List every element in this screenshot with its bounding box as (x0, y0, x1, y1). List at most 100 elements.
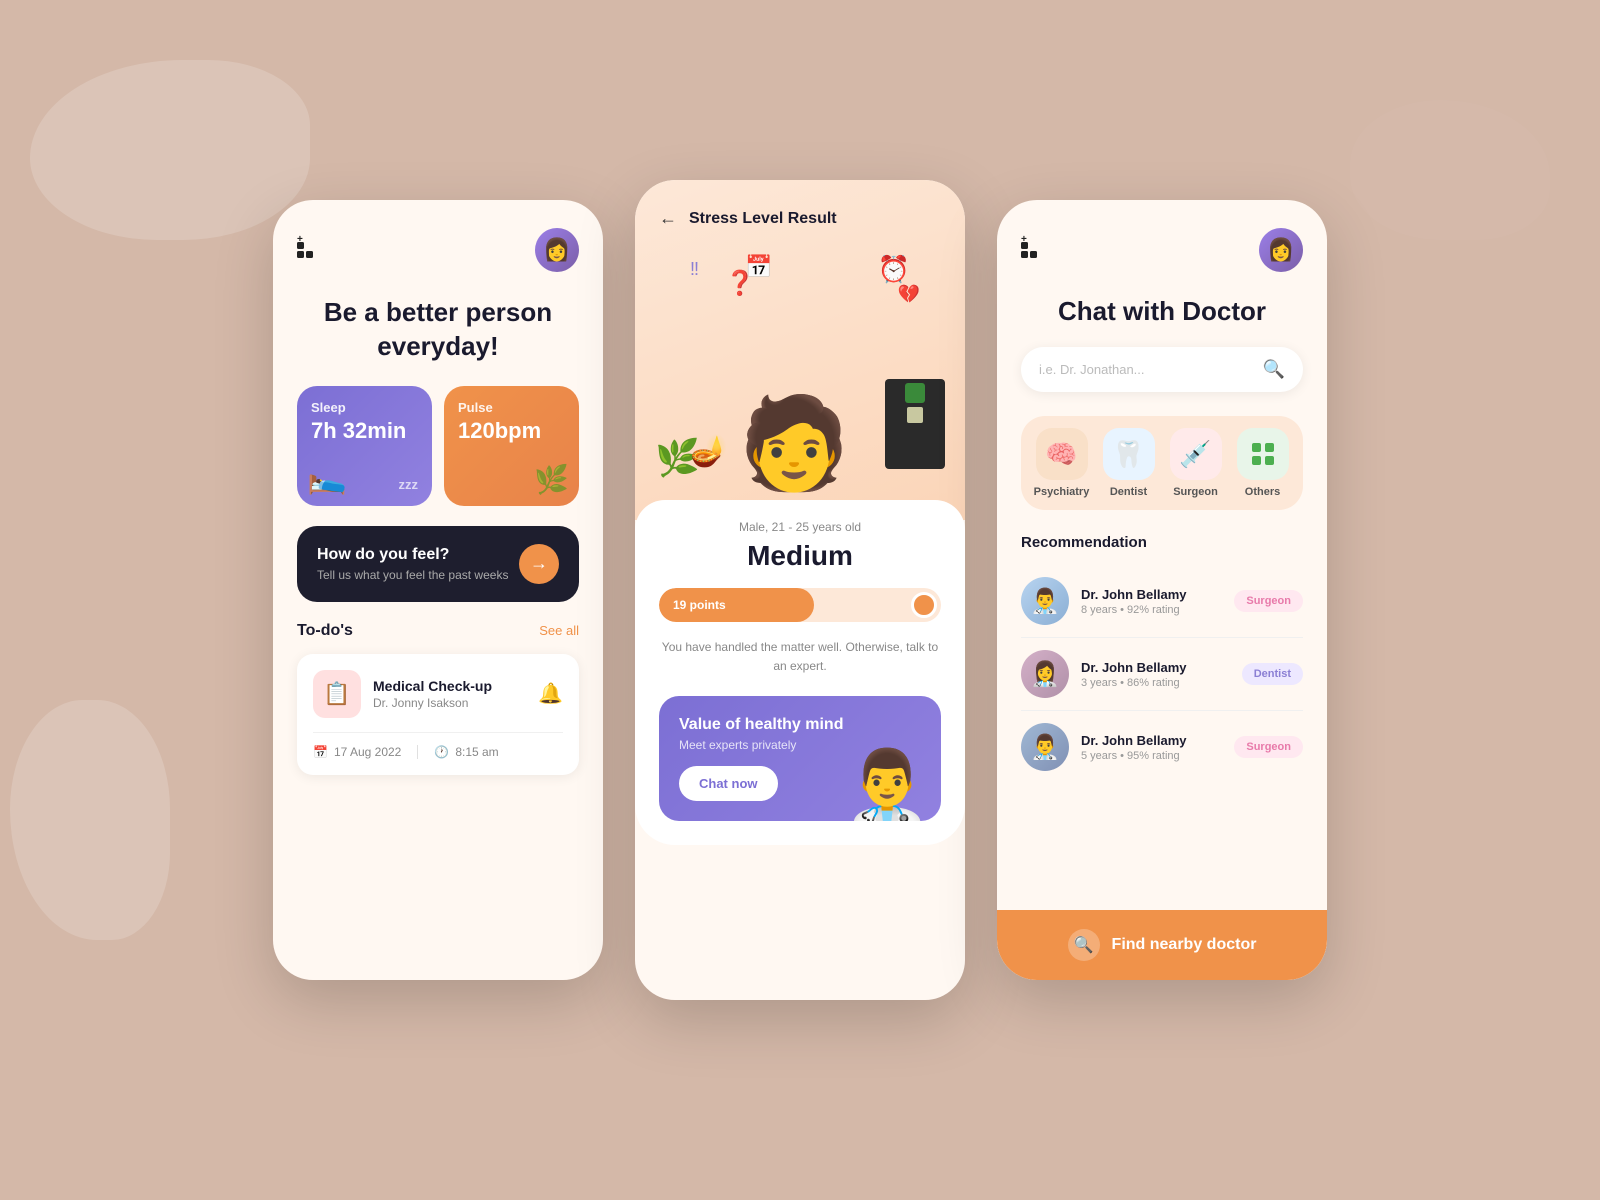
doctor-card-2[interactable]: 👩‍⚕️ Dr. John Bellamy 3 years • 86% rati… (1021, 638, 1303, 711)
search-nearby-icon: 🔍 (1068, 929, 1100, 961)
divider (417, 745, 418, 759)
todo-icon: 📋 (313, 670, 361, 718)
doc-avatar-3: 👨‍⚕️ (1021, 723, 1069, 771)
doc-meta-2: 3 years • 86% rating (1081, 677, 1230, 689)
heart-float-icon: 💔 (898, 284, 920, 305)
bg-blob-1 (30, 60, 310, 240)
pulse-label: Pulse (458, 400, 565, 415)
exclamation-icon: ‼ (690, 259, 699, 280)
sleep-zzz: zzz (399, 477, 419, 492)
doctor-card-1[interactable]: 👨‍⚕️ Dr. John Bellamy 8 years • 92% rati… (1021, 565, 1303, 638)
phones-container: 👩 Be a better person everyday! Sleep 7h … (273, 200, 1327, 1000)
apps-icon[interactable] (297, 242, 313, 258)
stressed-person: 🧑 (738, 399, 850, 489)
chat-title: Chat with Doctor (1021, 296, 1303, 327)
clock-float-icon: ⏰ (878, 254, 910, 285)
doc-name-3: Dr. John Bellamy (1081, 733, 1222, 748)
value-subtitle: Meet experts privately (679, 738, 843, 752)
doc-meta-3: 5 years • 95% rating (1081, 750, 1222, 762)
doc-badge-3: Surgeon (1234, 736, 1303, 758)
doc-avatar-2: 👩‍⚕️ (1021, 650, 1069, 698)
back-button[interactable]: ← (659, 208, 677, 229)
psychiatry-icon-wrap: 🧠 (1036, 428, 1088, 480)
bell-icon: 🔔 (538, 681, 563, 706)
find-nearby-label: Find nearby doctor (1112, 936, 1257, 954)
phone-3: 👩 Chat with Doctor i.e. Dr. Jonathan... … (997, 200, 1327, 980)
feel-arrow-button[interactable]: → (519, 544, 559, 584)
psychiatry-label: Psychiatry (1034, 486, 1090, 498)
sleep-card[interactable]: Sleep 7h 32min zzz 🛌 (297, 386, 432, 506)
cat-others[interactable]: Others (1234, 428, 1291, 498)
feel-card[interactable]: How do you feel? Tell us what you feel t… (297, 526, 579, 602)
progress-bar-fill: 19 points (659, 588, 814, 622)
stress-header-title: Stress Level Result (689, 210, 837, 228)
search-bar[interactable]: i.e. Dr. Jonathan... 🔍 (1021, 347, 1303, 392)
stress-svg: ‼ ❓ 📅 ⏰ 💔 📘 🌿 🪔 🧑 (635, 229, 965, 489)
todos-title: To-do's (297, 622, 353, 640)
doc-name-2: Dr. John Bellamy (1081, 660, 1230, 675)
user-avatar[interactable]: 👩 (535, 228, 579, 272)
bg-blob-2 (10, 700, 170, 940)
phone1-title: Be a better person everyday! (297, 296, 579, 364)
cabinet (885, 379, 945, 469)
others-grid-icon (1250, 441, 1276, 467)
lamp-icon: 🪔 (690, 434, 727, 469)
feel-title: How do you feel? (317, 546, 508, 564)
phone3-user-avatar[interactable]: 👩 (1259, 228, 1303, 272)
surgeon-icon-wrap: 💉 (1170, 428, 1222, 480)
phone3-apps-icon[interactable] (1021, 242, 1037, 258)
stress-level: Medium (659, 540, 941, 572)
feel-subtitle: Tell us what you feel the past weeks (317, 568, 508, 582)
doc-avatar-1: 👨‍⚕️ (1021, 577, 1069, 625)
clock-icon: 🕐 (434, 745, 449, 759)
phone1-header: 👩 (297, 228, 579, 272)
stress-meta: Male, 21 - 25 years old (659, 520, 941, 534)
chat-now-button[interactable]: Chat now (679, 766, 778, 801)
pulse-illustration: 🌿 (534, 463, 569, 496)
value-card: Value of healthy mind Meet experts priva… (659, 696, 941, 821)
value-title: Value of healthy mind (679, 716, 843, 734)
stats-row: Sleep 7h 32min zzz 🛌 Pulse 120bpm 🌿 (297, 386, 579, 506)
progress-bar-wrap: 19 points (659, 588, 941, 622)
find-nearby-doctor-button[interactable]: 🔍 Find nearby doctor (997, 910, 1327, 980)
phone-2: ← Stress Level Result ‼ ❓ 📅 ⏰ 💔 📘 🌿 (635, 180, 965, 1000)
sleep-illustration: 🛌 (307, 458, 347, 496)
stress-description: You have handled the matter well. Otherw… (659, 638, 941, 676)
categories-row: 🧠 Psychiatry 🦷 Dentist 💉 Surgeon (1021, 416, 1303, 510)
doc-name-1: Dr. John Bellamy (1081, 587, 1222, 602)
bg-blob-3 (1350, 100, 1550, 240)
sleep-value: 7h 32min (311, 419, 418, 443)
sleep-label: Sleep (311, 400, 418, 415)
todo-date: 📅 17 Aug 2022 (313, 745, 401, 759)
recommendation-title: Recommendation (1021, 534, 1303, 551)
doctor-illustration: 👨‍⚕️ (844, 751, 931, 821)
see-all-link[interactable]: See all (539, 623, 579, 638)
others-label: Others (1245, 486, 1280, 498)
cat-dentist[interactable]: 🦷 Dentist (1100, 428, 1157, 498)
surgeon-label: Surgeon (1173, 486, 1218, 498)
todo-time: 🕐 8:15 am (434, 745, 498, 759)
stress-result-content: Male, 21 - 25 years old Medium 19 points… (635, 500, 965, 845)
pulse-card[interactable]: Pulse 120bpm 🌿 (444, 386, 579, 506)
calendar-icon: 📅 (313, 745, 328, 759)
dentist-icon-wrap: 🦷 (1103, 428, 1155, 480)
stress-illustration-area: ← Stress Level Result ‼ ❓ 📅 ⏰ 💔 📘 🌿 (635, 180, 965, 520)
dentist-label: Dentist (1110, 486, 1147, 498)
cat-psychiatry[interactable]: 🧠 Psychiatry (1033, 428, 1090, 498)
cat-surgeon[interactable]: 💉 Surgeon (1167, 428, 1224, 498)
others-icon-wrap (1237, 428, 1289, 480)
todos-section: To-do's See all 📋 Medical Check-up Dr. J… (297, 622, 579, 956)
progress-circle (911, 592, 937, 618)
todo-doctor: Dr. Jonny Isakson (373, 696, 526, 710)
calendar-float-icon: 📅 (745, 254, 772, 280)
search-placeholder: i.e. Dr. Jonathan... (1039, 362, 1145, 377)
doc-badge-1: Surgeon (1234, 590, 1303, 612)
doc-badge-2: Dentist (1242, 663, 1303, 685)
todo-title: Medical Check-up (373, 678, 526, 694)
pulse-value: 120bpm (458, 419, 565, 443)
search-icon: 🔍 (1263, 359, 1285, 380)
doctor-card-3[interactable]: 👨‍⚕️ Dr. John Bellamy 5 years • 95% rati… (1021, 711, 1303, 783)
todo-card[interactable]: 📋 Medical Check-up Dr. Jonny Isakson 🔔 📅… (297, 654, 579, 775)
doc-meta-1: 8 years • 92% rating (1081, 604, 1222, 616)
phone3-header: 👩 (1021, 228, 1303, 272)
